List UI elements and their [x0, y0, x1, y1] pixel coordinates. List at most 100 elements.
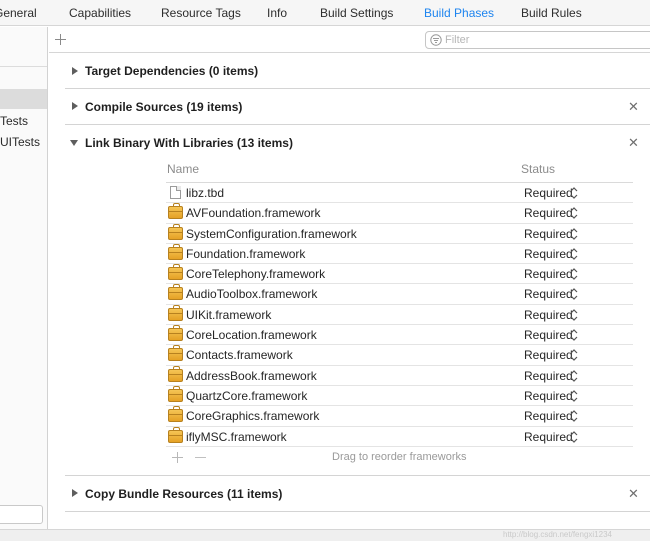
- tab-info[interactable]: Info: [267, 6, 287, 20]
- sidebar-item-tests[interactable]: Tests: [0, 114, 28, 128]
- library-status[interactable]: Required: [524, 308, 573, 322]
- status-stepper-chevron-icon[interactable]: [570, 348, 578, 362]
- library-status[interactable]: Required: [524, 206, 573, 220]
- library-row[interactable]: UIKit.framework Required: [166, 304, 633, 326]
- library-name: CoreGraphics.framework: [186, 409, 320, 424]
- library-status[interactable]: Required: [524, 287, 573, 301]
- phase-header[interactable]: Target Dependencies (0 items): [65, 53, 650, 89]
- library-row[interactable]: CoreTelephony.framework Required: [166, 264, 633, 285]
- filter-icon: [430, 34, 442, 46]
- library-status[interactable]: Required: [524, 227, 573, 241]
- tab-capabilities[interactable]: Capabilities: [69, 6, 131, 20]
- filter-input[interactable]: [445, 33, 645, 47]
- tab-build-rules[interactable]: Build Rules: [521, 6, 582, 20]
- tab-resource-tags[interactable]: Resource Tags: [161, 6, 241, 20]
- status-stepper-chevron-icon[interactable]: [570, 227, 578, 241]
- library-name: libz.tbd: [186, 186, 225, 200]
- library-status[interactable]: Required: [524, 369, 573, 383]
- library-status[interactable]: Required: [524, 247, 573, 261]
- phase-compile-sources: Compile Sources (19 items) ✕: [65, 89, 650, 125]
- library-name: AVFoundation.framework: [186, 206, 321, 221]
- add-phase-plus-icon[interactable]: [55, 34, 66, 45]
- library-row[interactable]: QuartzCore.framework Required: [166, 385, 633, 407]
- status-stepper-chevron-icon[interactable]: [570, 328, 578, 342]
- phase-title: Compile Sources (19 items): [85, 100, 243, 114]
- library-row[interactable]: Contacts.framework Required: [166, 345, 633, 366]
- framework-icon: [168, 426, 183, 443]
- libraries-table-footer: Drag to reorder frameworks: [166, 447, 633, 469]
- phase-title: Target Dependencies (0 items): [85, 64, 259, 78]
- status-stepper-chevron-icon[interactable]: [570, 206, 578, 220]
- disclosure-triangle-icon[interactable]: [72, 67, 78, 75]
- status-stepper-chevron-icon[interactable]: [570, 409, 578, 423]
- library-status[interactable]: Required: [524, 389, 573, 403]
- library-row[interactable]: AudioToolbox.framework Required: [166, 284, 633, 305]
- framework-icon: [168, 284, 183, 301]
- status-stepper-chevron-icon[interactable]: [570, 308, 578, 322]
- library-row[interactable]: AddressBook.framework Required: [166, 365, 633, 386]
- library-name: Contacts.framework: [186, 348, 293, 363]
- tab-build-settings[interactable]: Build Settings: [320, 6, 393, 20]
- sidebar-filter-field[interactable]: [0, 505, 43, 524]
- filter-field[interactable]: [425, 31, 650, 49]
- phase-header[interactable]: Copy Bundle Resources (11 items) ✕: [65, 476, 650, 512]
- library-status[interactable]: Required: [524, 267, 573, 281]
- library-row[interactable]: iflyMSC.framework Required: [166, 426, 633, 447]
- status-stepper-chevron-icon[interactable]: [570, 247, 578, 261]
- remove-library-minus-icon[interactable]: [195, 452, 206, 463]
- file-icon: [170, 186, 181, 199]
- status-stepper-chevron-icon[interactable]: [570, 389, 578, 403]
- status-stepper-chevron-icon[interactable]: [570, 186, 578, 200]
- column-header-status[interactable]: Status: [521, 162, 555, 176]
- disclosure-triangle-icon[interactable]: [72, 489, 78, 497]
- status-stepper-chevron-icon[interactable]: [570, 267, 578, 281]
- sidebar-selected-row[interactable]: [0, 89, 47, 109]
- watermark: http://blog.csdn.net/fengxi1234: [503, 530, 612, 539]
- delete-phase-icon[interactable]: ✕: [628, 100, 639, 113]
- column-header-name[interactable]: Name: [167, 162, 199, 176]
- library-status[interactable]: Required: [524, 328, 573, 342]
- phase-header[interactable]: Compile Sources (19 items) ✕: [65, 89, 650, 125]
- delete-phase-icon[interactable]: ✕: [628, 487, 639, 500]
- library-name: AddressBook.framework: [186, 368, 317, 383]
- status-stepper-chevron-icon[interactable]: [570, 287, 578, 301]
- disclosure-triangle-icon[interactable]: [72, 102, 78, 110]
- library-status[interactable]: Required: [524, 348, 573, 362]
- targets-sidebar: Tests UITests: [0, 27, 48, 529]
- phase-target-dependencies: Target Dependencies (0 items): [65, 53, 650, 89]
- sidebar-item-uitests[interactable]: UITests: [0, 135, 40, 149]
- library-name: SystemConfiguration.framework: [186, 226, 357, 241]
- phase-copy-bundle-resources: Copy Bundle Resources (11 items) ✕: [65, 476, 650, 512]
- library-row[interactable]: SystemConfiguration.framework Required: [166, 223, 633, 244]
- framework-icon: [168, 243, 183, 260]
- bottom-bar: http://blog.csdn.net/fengxi1234: [0, 529, 650, 541]
- framework-icon: [168, 304, 183, 321]
- status-stepper-chevron-icon[interactable]: [570, 430, 578, 444]
- library-status[interactable]: Required: [524, 409, 573, 423]
- phase-header[interactable]: Link Binary With Libraries (13 items) ✕: [65, 125, 650, 161]
- library-name: AudioToolbox.framework: [186, 287, 318, 302]
- library-name: UIKit.framework: [186, 307, 272, 322]
- add-library-plus-icon[interactable]: [172, 452, 183, 463]
- phases-toolbar: [49, 27, 650, 53]
- library-row[interactable]: CoreGraphics.framework Required: [166, 406, 633, 427]
- library-status[interactable]: Required: [524, 186, 573, 200]
- library-status[interactable]: Required: [524, 430, 573, 444]
- library-name: CoreLocation.framework: [186, 328, 317, 343]
- sidebar-divider: [0, 66, 47, 67]
- framework-icon: [168, 345, 183, 362]
- tab-build-phases[interactable]: Build Phases: [424, 6, 494, 20]
- library-name: Foundation.framework: [186, 246, 306, 261]
- tab-general[interactable]: General: [0, 6, 37, 20]
- status-stepper-chevron-icon[interactable]: [570, 369, 578, 383]
- library-row[interactable]: AVFoundation.framework Required: [166, 203, 633, 224]
- library-row[interactable]: libz.tbd Required: [166, 183, 633, 204]
- framework-icon: [168, 406, 183, 423]
- library-row[interactable]: CoreLocation.framework Required: [166, 325, 633, 346]
- disclosure-triangle-icon[interactable]: [70, 140, 78, 146]
- library-row[interactable]: Foundation.framework Required: [166, 243, 633, 265]
- library-name: CoreTelephony.framework: [186, 267, 326, 282]
- delete-phase-icon[interactable]: ✕: [628, 136, 639, 149]
- framework-icon: [168, 203, 183, 220]
- library-name: QuartzCore.framework: [186, 388, 308, 403]
